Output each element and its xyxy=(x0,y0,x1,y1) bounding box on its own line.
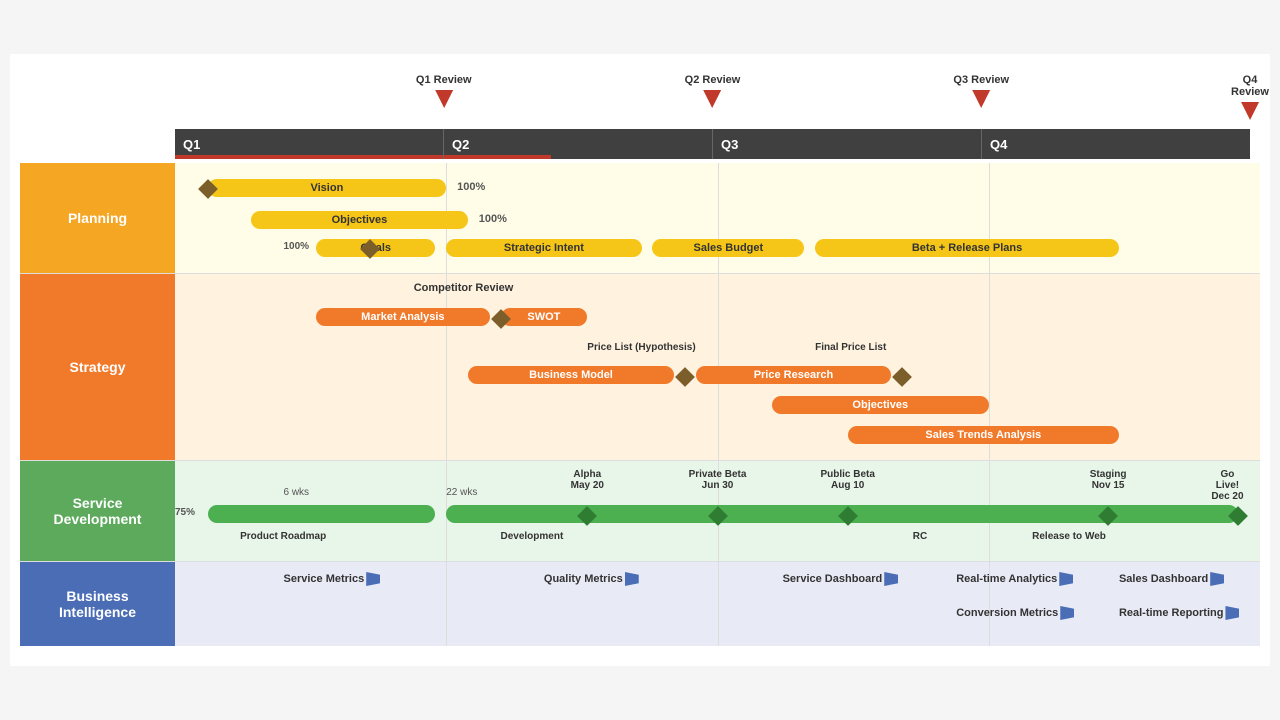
q4-review-label: Q4 Review xyxy=(1231,74,1269,98)
strategic-intent-bar: Strategic Intent xyxy=(446,239,641,257)
final-price-list-label: Final Price List xyxy=(815,342,886,353)
planning-row: Planning Vision 100% xyxy=(20,163,1260,274)
q1-review-marker xyxy=(435,90,453,108)
realtime-analytics-flag xyxy=(1059,572,1073,586)
bi-row: BusinessIntelligence Service Metrics Qua… xyxy=(20,562,1260,646)
product-roadmap-bar-label: Product Roadmap xyxy=(240,531,326,542)
vision-pct: 100% xyxy=(457,181,485,193)
timeline-bar: Q1 Q2 Q3 Q4 xyxy=(175,129,1250,159)
conversion-metrics-flag xyxy=(1060,606,1074,620)
q2-segment: Q2 xyxy=(444,129,713,159)
q3-segment: Q3 xyxy=(713,129,982,159)
market-analysis-bar: Market Analysis xyxy=(316,308,490,326)
quarter-header: Q1 Review Q2 Review Q3 Review Q4 Review xyxy=(175,74,1250,129)
business-model-bar: Business Model xyxy=(468,366,674,384)
bi-content: Service Metrics Quality Metrics Service … xyxy=(175,562,1260,646)
service-development-content: AlphaMay 20 Private BetaJun 30 Public Be… xyxy=(175,461,1260,561)
objectives-bar: Objectives xyxy=(251,211,468,229)
sales-budget-bar: Sales Budget xyxy=(652,239,804,257)
vision-bar: Vision xyxy=(208,179,447,197)
price-list-hypothesis-label: Price List (Hypothesis) xyxy=(587,342,695,353)
q1-review-label: Q1 Review xyxy=(416,74,472,86)
service-metrics-item: Service Metrics xyxy=(284,572,381,586)
q1-segment: Q1 xyxy=(175,129,444,159)
q4-segment: Q4 xyxy=(982,129,1250,159)
alpha-label: AlphaMay 20 xyxy=(571,469,604,491)
staging-label: StagingNov 15 xyxy=(1090,469,1127,491)
release-to-web-label: Release to Web xyxy=(1032,531,1106,542)
service-dashboard-item: Service Dashboard xyxy=(783,572,899,586)
gantt-rows: Planning Vision 100% xyxy=(20,163,1260,646)
conversion-metrics-item: Conversion Metrics xyxy=(956,606,1074,620)
rc-label: RC xyxy=(913,531,927,542)
service-metrics-flag xyxy=(366,572,380,586)
sales-dashboard-item: Sales Dashboard xyxy=(1119,572,1224,586)
service-dashboard-flag xyxy=(884,572,898,586)
q4-review-marker xyxy=(1241,102,1259,120)
strategy-objectives-bar: Objectives xyxy=(772,396,989,414)
strategy-label: Strategy xyxy=(20,274,175,460)
service-development-label: ServiceDevelopment xyxy=(20,461,175,561)
public-beta-label: Public BetaAug 10 xyxy=(820,469,874,491)
competitor-review-label: Competitor Review xyxy=(414,282,514,294)
price-research-milestone xyxy=(892,367,912,387)
q3-review-marker xyxy=(972,90,990,108)
sales-trends-bar: Sales Trends Analysis xyxy=(848,426,1119,444)
service-development-row: ServiceDevelopment AlphaMay 20 Private B… xyxy=(20,461,1260,562)
business-model-milestone xyxy=(675,367,695,387)
development-bar-label: Development xyxy=(501,531,564,542)
swot-bar: SWOT xyxy=(501,308,588,326)
beta-release-bar: Beta + Release Plans xyxy=(815,239,1119,257)
bi-label: BusinessIntelligence xyxy=(20,562,175,646)
dev-pct-label: 75% xyxy=(175,507,195,518)
q2-review-marker xyxy=(703,90,721,108)
quality-metrics-item: Quality Metrics xyxy=(544,572,639,586)
gantt-chart: Q1 Review Q2 Review Q3 Review Q4 Review … xyxy=(10,54,1270,666)
realtime-reporting-flag xyxy=(1225,606,1239,620)
strategy-content: Competitor Review Market Analysis SWOT P… xyxy=(175,274,1260,460)
golive-label: Go Live!Dec 20 xyxy=(1211,469,1244,502)
realtime-reporting-item: Real-time Reporting xyxy=(1119,606,1240,620)
planning-content: Vision 100% Objectives 100% 100% xyxy=(175,163,1260,273)
objectives-pct: 100% xyxy=(479,213,507,225)
product-roadmap-bar xyxy=(208,505,436,523)
sales-dashboard-flag xyxy=(1210,572,1224,586)
planning-label: Planning xyxy=(20,163,175,273)
price-research-bar: Price Research xyxy=(696,366,891,384)
goals-pct: 100% xyxy=(284,241,310,252)
private-beta-label: Private BetaJun 30 xyxy=(689,469,747,491)
weeks-6-label: 6 wks xyxy=(284,487,310,498)
strategy-row: Strategy Competitor Review Market Analys… xyxy=(20,274,1260,461)
q3-review-label: Q3 Review xyxy=(953,74,1009,86)
quality-metrics-flag xyxy=(625,572,639,586)
realtime-analytics-item: Real-time Analytics xyxy=(956,572,1073,586)
q2-review-label: Q2 Review xyxy=(685,74,741,86)
weeks-22-label: 22 wks xyxy=(446,487,477,498)
